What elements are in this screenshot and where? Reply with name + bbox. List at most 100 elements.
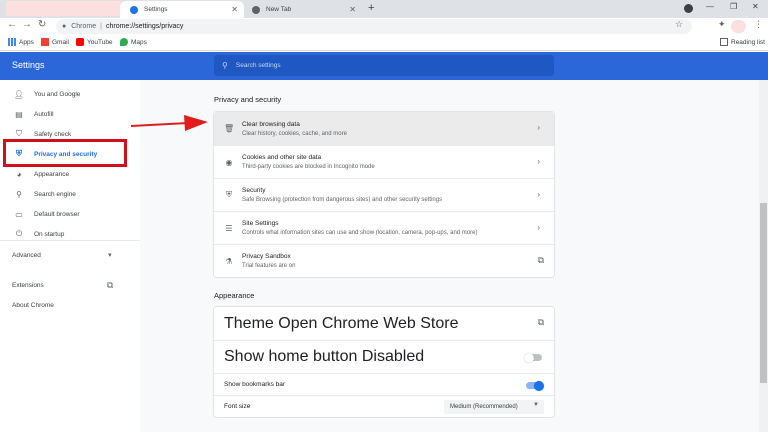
- site-settings-row[interactable]: ☰ Site Settings Controls what informatio…: [214, 211, 554, 244]
- tab-settings[interactable]: Settings ✕: [120, 1, 244, 18]
- search-input[interactable]: [235, 62, 536, 69]
- gmail-icon: [41, 38, 49, 46]
- row-title: Privacy Sandbox: [242, 253, 291, 260]
- maximize-icon[interactable]: ❐: [730, 2, 737, 11]
- sidebar-item-autofill[interactable]: ▤ Autofill: [0, 104, 140, 124]
- red-arrow-annotation: [130, 115, 208, 131]
- trash-icon: 🗑︎: [224, 124, 235, 133]
- minimize-icon[interactable]: —: [706, 2, 714, 11]
- palette-icon: ◕: [16, 169, 22, 179]
- settings-header: Settings ⚲: [0, 52, 768, 80]
- home-button-toggle[interactable]: [524, 352, 542, 363]
- privacy-sandbox-row[interactable]: ⚗ Privacy Sandbox Trial features are on …: [214, 244, 554, 277]
- sidebar-item-search-engine[interactable]: ⚲ Search engine: [0, 184, 140, 204]
- sidebar-item-label: Autofill: [34, 110, 54, 118]
- external-link-icon[interactable]: ⧉: [107, 280, 113, 291]
- close-window-icon[interactable]: ✕: [752, 2, 759, 11]
- sidebar-item-label: Search engine: [34, 190, 76, 198]
- security-row[interactable]: ⛨ Security Safe Browsing (protection fro…: [214, 178, 554, 211]
- redacted-area: [6, 1, 122, 16]
- row-title: Security: [242, 187, 266, 194]
- sidebar-divider: [0, 240, 140, 241]
- power-icon: ⏻: [15, 229, 23, 238]
- sidebar-item-appearance[interactable]: ◕ Appearance: [0, 164, 140, 184]
- bookmark-label: Gmail: [52, 38, 69, 46]
- menu-kebab-icon[interactable]: ⋮: [754, 19, 763, 30]
- reading-list-button[interactable]: Reading list: [720, 38, 765, 46]
- sidebar-item-label: Appearance: [34, 170, 70, 178]
- sidebar-extensions[interactable]: Extensions: [12, 282, 44, 289]
- reading-list-label: Reading list: [731, 38, 765, 46]
- show-home-button-row[interactable]: Show home button Disabled: [214, 340, 554, 373]
- reload-icon[interactable]: ↻: [38, 19, 46, 30]
- maps-icon: [120, 38, 128, 46]
- row-subtitle: Controls what information sites can use …: [242, 230, 478, 236]
- row-title: Site Settings: [242, 220, 279, 227]
- shield-icon: ⛨: [226, 190, 232, 199]
- sidebar-item-you-and-google[interactable]: 👤︎ You and Google: [0, 84, 140, 104]
- row-subtitle: Safe Browsing (protection from dangerous…: [242, 197, 443, 203]
- sidebar-item-label: On startup: [34, 230, 65, 238]
- address-bar[interactable]: ● Chrome | chrome://settings/privacy: [56, 19, 692, 34]
- chevron-down-icon[interactable]: ▾: [108, 251, 112, 259]
- scrollbar-thumb[interactable]: [760, 203, 767, 383]
- row-subtitle: Open Chrome Web Store: [278, 314, 459, 332]
- tab-new-tab[interactable]: New Tab ✕: [244, 1, 362, 18]
- bookmark-label: YouTube: [87, 38, 113, 46]
- close-tab-icon[interactable]: ✕: [349, 5, 356, 14]
- show-bookmarks-bar-row[interactable]: Show bookmarks bar: [214, 373, 554, 395]
- bookmark-maps[interactable]: Maps: [120, 38, 147, 46]
- chevron-right-icon: ›: [537, 123, 540, 132]
- toggle-knob: [534, 380, 544, 391]
- toggle-knob: [524, 352, 534, 363]
- sidebar-advanced[interactable]: Advanced: [12, 252, 41, 259]
- row-title: Show bookmarks bar: [224, 381, 286, 388]
- tab-search-icon[interactable]: [684, 4, 693, 13]
- bookmark-gmail[interactable]: Gmail: [41, 38, 69, 46]
- scrollbar[interactable]: [759, 80, 768, 432]
- tab-strip: Settings ✕ New Tab ✕ + — ❐ ✕: [0, 0, 768, 18]
- new-tab-button[interactable]: +: [368, 2, 374, 14]
- sidebar-item-on-startup[interactable]: ⏻ On startup: [0, 224, 140, 244]
- avatar[interactable]: [731, 20, 746, 33]
- youtube-icon: [76, 38, 84, 46]
- bookmarks-bar-toggle[interactable]: [526, 380, 544, 391]
- cookie-icon: ◉: [225, 157, 233, 167]
- clipboard-icon: ▤: [15, 109, 23, 119]
- external-link-icon[interactable]: ⧉: [538, 255, 544, 266]
- tab-label: Settings: [144, 6, 168, 13]
- bookmark-label: Apps: [19, 38, 34, 46]
- bookmarks-bar: Apps Gmail YouTube Maps Reading list: [0, 35, 768, 51]
- flask-icon: ⚗: [225, 256, 233, 266]
- close-tab-icon[interactable]: ✕: [231, 5, 238, 14]
- font-size-row: Font size Medium (Recommended) ▼: [214, 395, 554, 417]
- privacy-card: 🗑︎ Clear browsing data Clear history, co…: [214, 112, 554, 277]
- person-icon: 👤︎: [13, 89, 25, 99]
- bookmark-youtube[interactable]: YouTube: [76, 38, 113, 46]
- font-size-select[interactable]: Medium (Recommended) ▼: [444, 400, 544, 414]
- external-link-icon[interactable]: ⧉: [538, 317, 544, 328]
- url-path: chrome://settings/privacy: [105, 23, 184, 30]
- sidebar-item-default-browser[interactable]: ▭ Default browser: [0, 204, 140, 224]
- bookmark-star-icon[interactable]: ☆: [675, 19, 683, 30]
- cookies-row[interactable]: ◉ Cookies and other site data Third-part…: [214, 145, 554, 178]
- sidebar-item-label: You and Google: [34, 90, 81, 98]
- section-title-privacy: Privacy and security: [214, 95, 282, 104]
- extensions-puzzle-icon[interactable]: ✦: [718, 19, 726, 30]
- tab-label: New Tab: [266, 6, 292, 13]
- forward-icon[interactable]: →: [22, 19, 32, 30]
- row-title: Cookies and other site data: [242, 154, 322, 161]
- theme-row[interactable]: Theme Open Chrome Web Store ⧉: [214, 307, 554, 340]
- bookmark-apps[interactable]: Apps: [8, 38, 34, 46]
- back-icon[interactable]: ←: [7, 19, 17, 30]
- row-subtitle: Third-party cookies are blocked in Incog…: [242, 164, 375, 170]
- settings-search[interactable]: ⚲: [214, 55, 554, 76]
- sidebar-about-chrome[interactable]: About Chrome: [12, 302, 54, 309]
- url-host: Chrome: [71, 23, 97, 30]
- browser-toolbar: ← → ↻ ● Chrome | chrome://settings/priva…: [0, 18, 768, 35]
- row-title: Clear browsing data: [242, 120, 300, 128]
- chrome-site-icon: ●: [62, 23, 67, 30]
- row-title: Show home button: [224, 348, 358, 365]
- sidebar-item-label: Safety check: [34, 130, 72, 138]
- clear-browsing-data-row[interactable]: 🗑︎ Clear browsing data Clear history, co…: [214, 112, 554, 145]
